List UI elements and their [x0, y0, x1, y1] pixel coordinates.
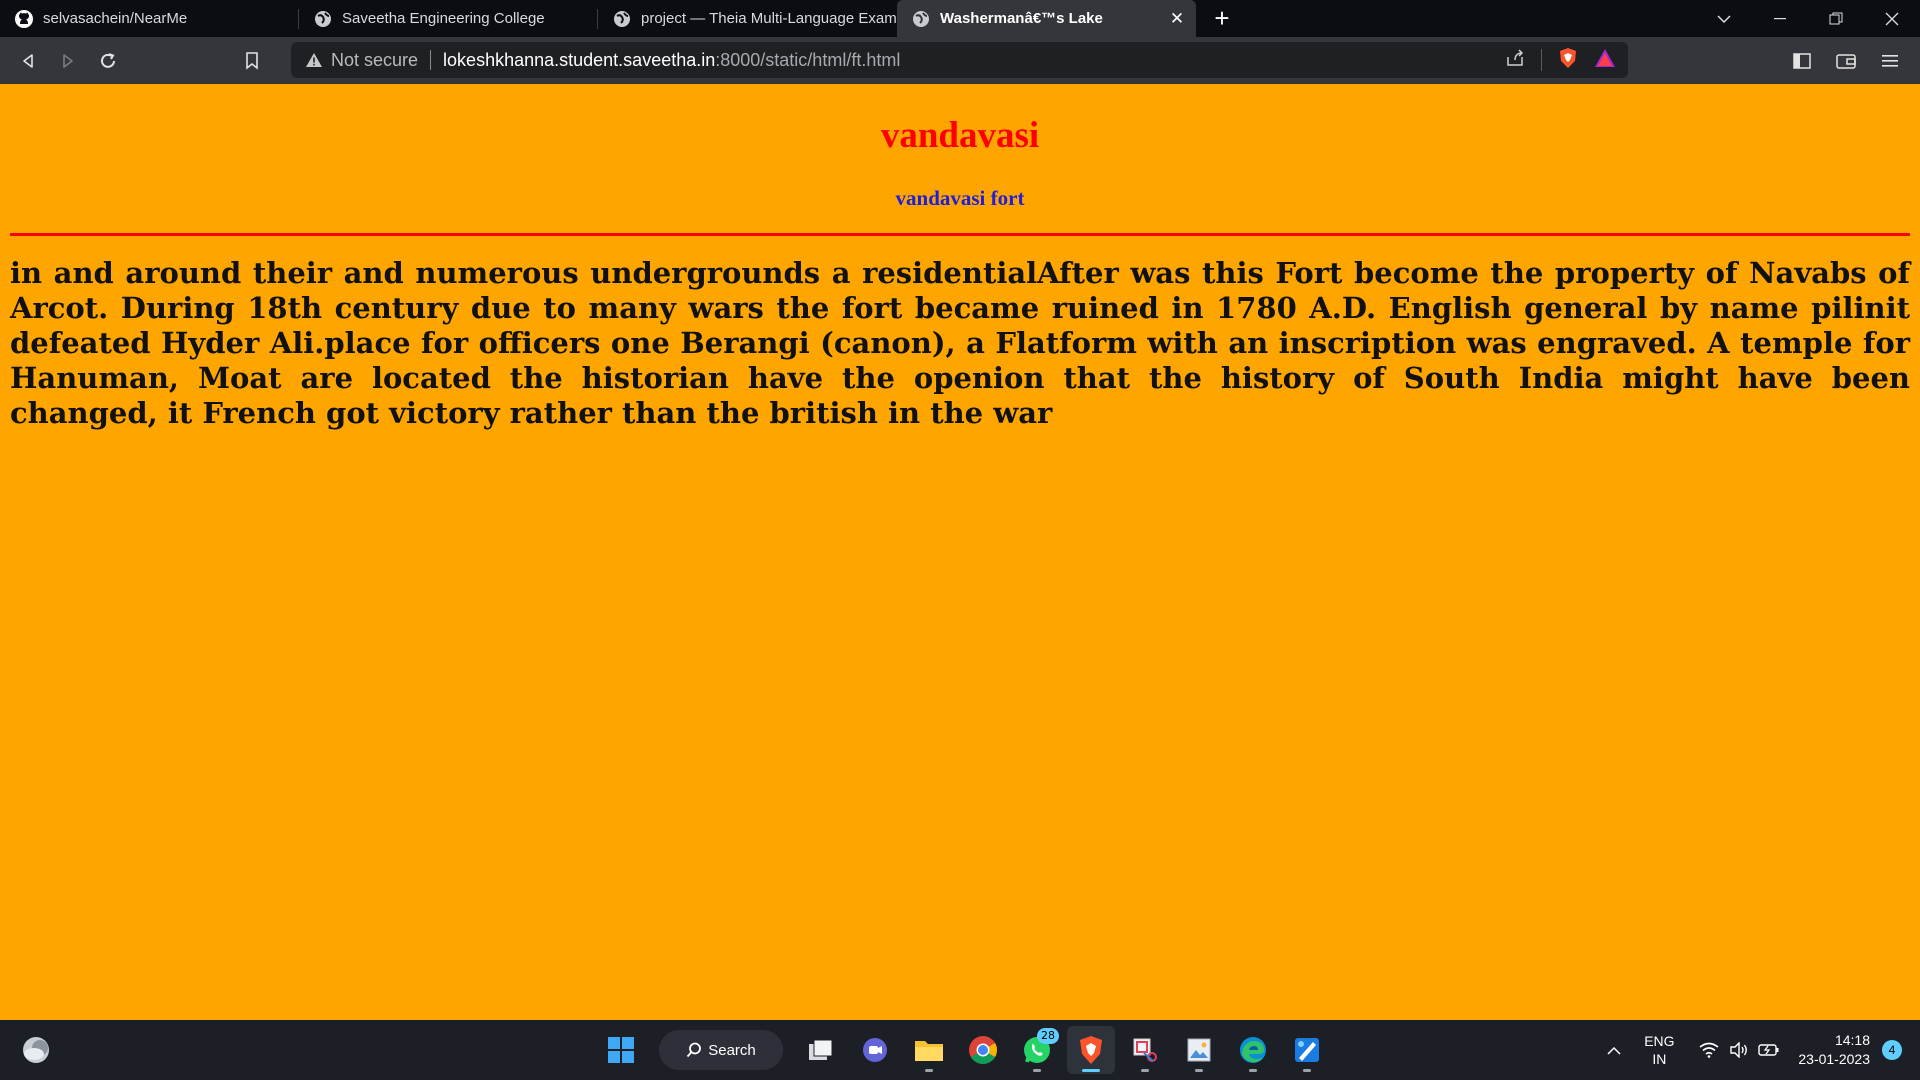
paint-app-icon[interactable]: [1283, 1026, 1331, 1074]
snipping-tool-icon[interactable]: [1121, 1026, 1169, 1074]
chrome-icon[interactable]: [959, 1026, 1007, 1074]
url-host: lokeshkhanna.student.saveetha.in: [443, 49, 716, 70]
toolbar-right: [1782, 37, 1910, 84]
notification-badge[interactable]: 4: [1882, 1040, 1902, 1060]
warning-icon[interactable]: [305, 51, 323, 69]
address-divider: [430, 50, 432, 70]
search-icon: [687, 1042, 702, 1058]
brave-browser-icon[interactable]: [1067, 1026, 1115, 1074]
tab-saveetha[interactable]: Saveetha Engineering College: [299, 0, 598, 37]
task-view-icon[interactable]: [797, 1026, 845, 1074]
address-bar[interactable]: Not secure lokeshkhanna.student.saveetha…: [291, 42, 1628, 78]
page-body-text: in and around their and numerous undergr…: [10, 256, 1910, 430]
sidebar-icon[interactable]: [1782, 41, 1822, 81]
tab-title: Saveetha Engineering College: [342, 10, 545, 27]
photos-viewer-icon[interactable]: [1175, 1026, 1223, 1074]
edge-icon[interactable]: [1229, 1026, 1277, 1074]
globe-icon: [911, 9, 931, 29]
bookmark-icon[interactable]: [232, 41, 272, 81]
file-explorer-icon[interactable]: [905, 1026, 953, 1074]
weather-widget-icon[interactable]: [20, 1034, 52, 1066]
volume-icon[interactable]: [1724, 1042, 1754, 1058]
window-controls: [1696, 0, 1920, 37]
close-tab-icon[interactable]: ✕: [1166, 8, 1188, 30]
address-bar-actions: [1505, 42, 1616, 78]
running-indicator: [1303, 1069, 1311, 1072]
back-button[interactable]: [8, 41, 48, 81]
browser-toolbar: Not secure lokeshkhanna.student.saveetha…: [0, 37, 1920, 84]
clock-time: 14:18: [1834, 1032, 1870, 1048]
whatsapp-icon[interactable]: 28: [1013, 1026, 1061, 1074]
share-icon[interactable]: [1505, 48, 1525, 72]
tab-strip: selvasachein/NearMe Saveetha Engineering…: [0, 0, 1920, 37]
github-icon: [14, 9, 34, 29]
restore-button[interactable]: [1808, 0, 1864, 37]
running-indicator: [925, 1069, 933, 1072]
web-page: vandavasi vandavasi fort in and around t…: [0, 84, 1920, 1020]
page-subheading: vandavasi fort: [895, 186, 1025, 210]
menu-icon[interactable]: [1870, 41, 1910, 81]
taskbar-search[interactable]: Search: [659, 1030, 783, 1070]
running-indicator: [1141, 1069, 1149, 1072]
page-heading: vandavasi: [880, 115, 1040, 156]
tab-theia[interactable]: project — Theia Multi-Language Exam: [598, 0, 897, 37]
toolbar-separator: [1541, 49, 1542, 71]
wallet-icon[interactable]: [1826, 41, 1866, 81]
teams-chat-icon[interactable]: [851, 1026, 899, 1074]
wifi-icon[interactable]: [1694, 1042, 1724, 1058]
globe-icon: [612, 9, 632, 29]
chevron-up-icon[interactable]: [1594, 1046, 1634, 1055]
running-indicator: [1033, 1069, 1041, 1072]
close-window-button[interactable]: [1864, 0, 1920, 37]
new-tab-button[interactable]: +: [1204, 1, 1240, 37]
brave-rewards-icon[interactable]: [1594, 48, 1616, 73]
reload-button[interactable]: [88, 41, 128, 81]
tab-title: Washermanâ€™s Lake: [940, 10, 1103, 27]
url-path: :8000/static/html/ft.html: [715, 49, 901, 70]
brave-shields-icon[interactable]: [1558, 47, 1578, 74]
tab-title: project — Theia Multi-Language Exam: [641, 10, 897, 27]
running-indicator: [1082, 1069, 1100, 1072]
battery-icon[interactable]: [1754, 1043, 1784, 1057]
system-tray: ENG IN 14:18 23-01-2023 4: [1594, 1020, 1920, 1080]
taskbar: Search 28 ENG IN 14:18 23-01-2023 4: [0, 1020, 1920, 1080]
forward-button[interactable]: [48, 41, 88, 81]
language-indicator[interactable]: ENG IN: [1634, 1032, 1684, 1068]
security-label[interactable]: Not secure: [331, 50, 418, 71]
search-label: Search: [708, 1041, 756, 1059]
region-code: IN: [1652, 1051, 1667, 1067]
running-indicator: [1249, 1069, 1257, 1072]
tab-title: selvasachein/NearMe: [43, 10, 188, 27]
tab-github[interactable]: selvasachein/NearMe: [0, 0, 299, 37]
tab-washermans-lake[interactable]: Washermanâ€™s Lake ✕: [897, 0, 1196, 37]
whatsapp-badge: 28: [1037, 1028, 1059, 1044]
globe-icon: [313, 9, 333, 29]
tab-search-chevron-icon[interactable]: [1696, 0, 1752, 37]
taskbar-apps: Search 28: [597, 1026, 1331, 1074]
running-indicator: [1195, 1069, 1203, 1072]
clock-date: 23-01-2023: [1798, 1051, 1870, 1067]
language-code: ENG: [1644, 1033, 1675, 1049]
minimize-button[interactable]: [1752, 0, 1808, 37]
system-clock[interactable]: 14:18 23-01-2023: [1798, 1031, 1870, 1069]
start-button[interactable]: [597, 1026, 645, 1074]
horizontal-rule: [10, 233, 1910, 236]
